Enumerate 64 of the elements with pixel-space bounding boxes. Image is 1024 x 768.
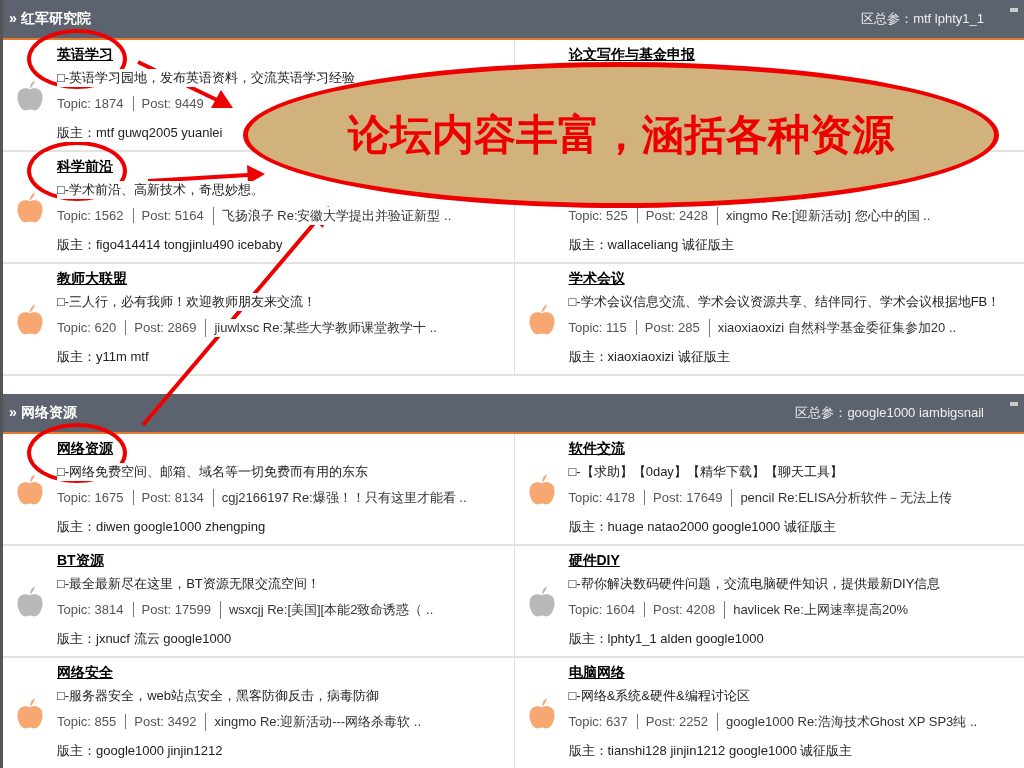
last-post-link[interactable]: havlicek Re:上网速率提高20% [724,600,908,619]
topic-count: Topic: 1874 [57,96,124,111]
topic-count: Topic: 1562 [57,208,124,223]
topic-count: Topic: 525 [568,208,628,223]
topic-count: Topic: 620 [57,320,117,335]
forum-title-link[interactable]: 网络资源 [57,440,113,458]
topic-count: Topic: 637 [568,714,628,729]
forum-title-link[interactable]: 电脑网络 [568,664,625,682]
topic-count: Topic: 1604 [568,602,635,617]
forum-description: □-帮你解决数码硬件问题，交流电脑硬件知识，提供最新DIY信息 [568,575,941,593]
post-count: Post: 4208 [644,602,716,617]
forum-description: □-网络免费空间、邮箱、域名等一切免费而有用的东东 [57,463,369,481]
last-post-link[interactable]: pencil Re:ELISA分析软件－无法上传 [731,488,953,507]
topic-count: Topic: 4178 [568,490,635,505]
section-moderators: 区总参：google1000 iambigsnail [795,404,984,422]
last-post-link[interactable]: jiuwlxsc Re:某些大学教师课堂教学十 .. [205,318,437,337]
moderator-list: 版主：mtf guwq2005 yuanlei [57,123,223,142]
forum-description: □-网络&系统&硬件&编程讨论区 [568,687,750,705]
post-count: Post: 9449 [132,96,204,111]
section-title: » 红军研究院 [9,10,91,28]
section-title: » 网络资源 [9,404,77,422]
last-post-link[interactable]: 飞扬浪子 Re:安徽大学提出并验证新型 .. [212,206,452,225]
post-count: Post: 8134 [132,490,204,505]
post-count: Post: 285 [635,320,700,335]
last-post-link[interactable]: cgj2166197 Re:爆强！！只有这里才能看 .. [212,488,467,507]
moderator-list: 版主：tianshi128 jinjin1212 google1000 诚征版主 [568,741,853,760]
moderator-list: 版主：jxnucf 流云 google1000 [57,629,232,648]
post-count: Post: 2252 [636,714,708,729]
forum-title-link[interactable]: 论文写作与基金申报 [568,46,695,64]
moderator-list: 版主：wallaceliang 诚征版主 [568,235,734,254]
last-post-link[interactable]: xingmo Re:[迎新活动] 您心中的国 .. [716,206,931,225]
collapse-icon[interactable] [1010,8,1018,12]
forum-title-link[interactable]: 英语学习 [57,46,113,64]
moderator-list: 版主：xiaoxiaoxizi 诚征版主 [568,347,730,366]
last-post-link[interactable]: xingmo Re:迎新活动---网络杀毒软 .. [205,712,421,731]
post-count: Post: 3492 [125,714,197,729]
topic-count: Topic: 3814 [57,602,124,617]
forum-title-link[interactable]: 软件交流 [568,440,625,458]
post-count: Post: 17599 [132,602,211,617]
topic-count: Topic: 115 [568,320,627,335]
post-count: Post: 2428 [636,208,708,223]
forum-title-link[interactable]: 科学前沿 [57,158,113,176]
moderator-list: 版主：lphty1_1 alden google1000 [568,629,764,648]
collapse-icon[interactable] [1010,402,1018,406]
forum-title-link[interactable]: 硬件DIY [568,552,620,570]
post-count: Post: 17649 [644,490,723,505]
last-post-link[interactable]: wsxcjj Re:[美国][本能2致命诱惑（ .. [219,600,434,619]
post-count: Post: 5164 [132,208,204,223]
forum-title-link[interactable]: BT资源 [57,552,104,570]
forum-title-link[interactable]: 学术会议 [568,270,625,288]
moderator-list: 版主：diwen google1000 zhengping [57,517,266,536]
topic-count: Topic: 1675 [57,490,124,505]
topic-count: Topic: 855 [57,714,117,729]
post-count: Post: 2869 [125,320,197,335]
last-post-link[interactable]: google1000 Re:浩海技术Ghost XP SP3纯 .. [716,712,978,731]
last-post-link[interactable]: xiaoxiaoxizi 自然科学基金委征集参加20 .. [708,318,957,337]
moderator-list: 版主：google1000 jinjin1212 [57,741,223,760]
moderator-list: 版主：figo414414 tongjinlu490 icebaby [57,235,283,254]
forum-description: □-服务器安全，web站点安全，黑客防御反击，病毒防御 [57,687,380,705]
section-moderators: 区总参：mtf lphty1_1 [861,10,984,28]
moderator-list: 版主：y11m mtf [57,347,149,366]
forum-title-link[interactable]: 网络安全 [57,664,113,682]
moderator-list: 版主：huage natao2000 google1000 诚征版主 [568,517,836,536]
forum-title-link[interactable]: 教师大联盟 [57,270,127,288]
